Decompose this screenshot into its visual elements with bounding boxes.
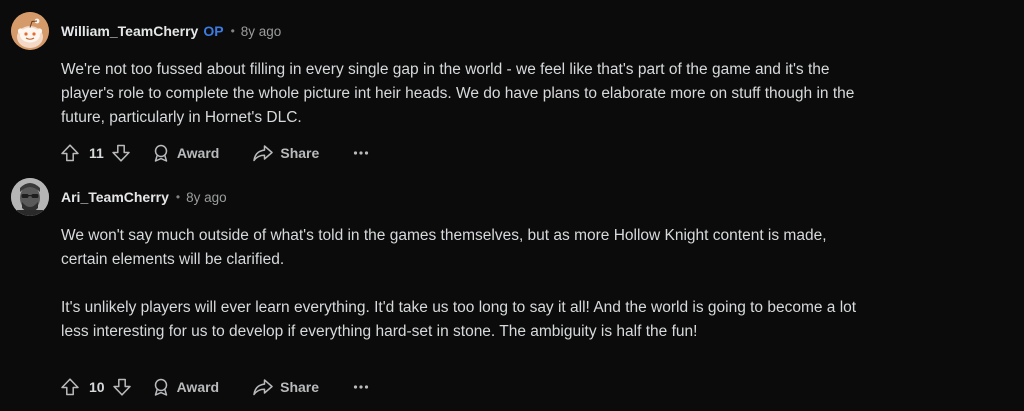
share-icon bbox=[252, 143, 274, 163]
share-icon bbox=[252, 377, 274, 397]
upvote-icon[interactable] bbox=[60, 377, 80, 397]
action-bar: 10 Award Share bbox=[60, 374, 369, 400]
avatar[interactable] bbox=[11, 178, 49, 216]
author-name[interactable]: William_TeamCherry bbox=[61, 23, 198, 39]
comment-meta: William_TeamCherry OP • 8y ago bbox=[61, 21, 281, 41]
avatar[interactable] bbox=[11, 12, 49, 50]
separator: • bbox=[230, 24, 235, 38]
comment-body: We're not too fussed about filling in ev… bbox=[61, 58, 861, 130]
share-label: Share bbox=[280, 379, 320, 395]
vote-controls: 11 bbox=[60, 143, 131, 163]
more-icon bbox=[353, 384, 369, 390]
timestamp[interactable]: 8y ago bbox=[241, 24, 282, 39]
score: 10 bbox=[89, 379, 105, 395]
profile-photo-icon bbox=[11, 178, 49, 216]
comment-body: We won't say much outside of what's told… bbox=[61, 224, 861, 344]
snoo-avatar-icon bbox=[11, 12, 49, 50]
upvote-icon[interactable] bbox=[60, 143, 80, 163]
award-button[interactable]: Award bbox=[151, 377, 220, 397]
score: 11 bbox=[89, 145, 104, 161]
share-label: Share bbox=[280, 145, 320, 161]
vote-controls: 10 bbox=[60, 377, 132, 397]
comment: William_TeamCherry OP • 8y ago We're not… bbox=[0, 0, 1024, 178]
more-options-button[interactable] bbox=[353, 150, 369, 156]
author-name[interactable]: Ari_TeamCherry bbox=[61, 189, 169, 205]
op-badge: OP bbox=[203, 23, 224, 39]
comment-paragraph: We're not too fussed about filling in ev… bbox=[61, 61, 855, 126]
separator: • bbox=[175, 190, 181, 204]
more-icon bbox=[353, 150, 369, 156]
share-button[interactable]: Share bbox=[252, 377, 319, 397]
award-label: Award bbox=[176, 379, 220, 395]
comment-paragraph: We won't say much outside of what's told… bbox=[61, 227, 827, 268]
share-button[interactable]: Share bbox=[252, 143, 319, 163]
comment: Ari_TeamCherry • 8y ago We won't say muc… bbox=[0, 172, 1024, 411]
award-icon bbox=[151, 377, 171, 397]
comment-paragraph: It's unlikely players will ever learn ev… bbox=[61, 299, 857, 340]
award-icon bbox=[151, 143, 171, 163]
comment-meta: Ari_TeamCherry • 8y ago bbox=[61, 187, 227, 207]
action-bar: 11 Award Share bbox=[60, 140, 369, 166]
more-options-button[interactable] bbox=[353, 384, 369, 390]
award-button[interactable]: Award bbox=[151, 143, 220, 163]
downvote-icon[interactable] bbox=[112, 377, 132, 397]
award-label: Award bbox=[176, 145, 220, 161]
timestamp[interactable]: 8y ago bbox=[186, 190, 227, 205]
downvote-icon[interactable] bbox=[111, 143, 131, 163]
